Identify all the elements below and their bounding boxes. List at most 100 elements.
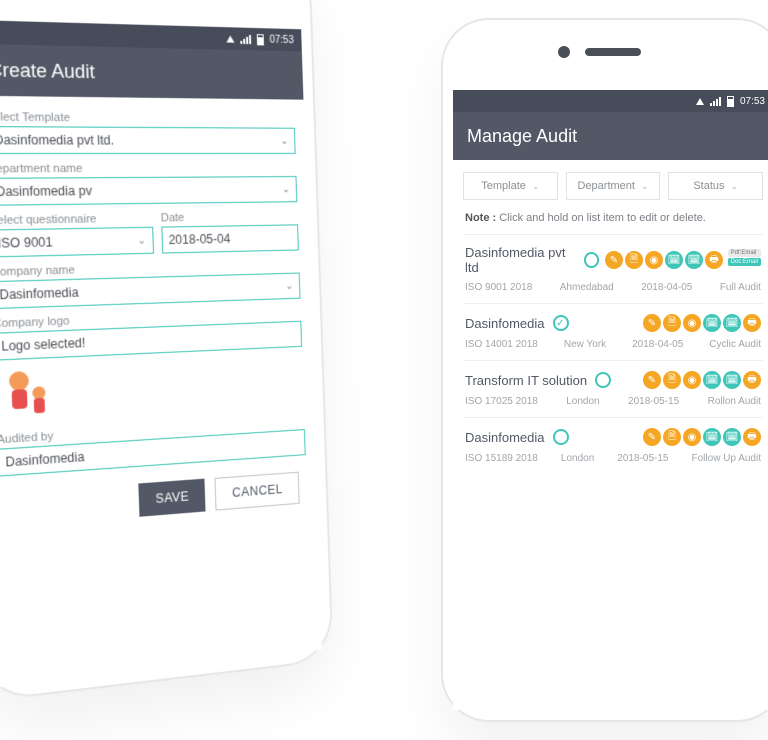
calendar-icon[interactable]: 🗓 [703,371,721,389]
department-label: Department name [0,162,296,176]
filter-template-label: Template [481,180,526,192]
cancel-button[interactable]: CANCEL [215,472,300,511]
filter-bar: Template ⌄ Department ⌄ Status ⌄ [453,160,768,212]
logo-image-icon [0,366,59,423]
item-date: 2018-04-05 [641,282,692,293]
save-button[interactable]: SAVE [139,479,206,517]
template-value: Dasinfomedia pvt ltd. [0,133,114,148]
status-open-icon [595,372,611,388]
pdf-email-tag[interactable]: Pdf:Email [728,249,761,257]
list-item[interactable]: Dasinfomedia✓✎🗎◉🗓🗓🖶ISO 14001 2018New Yor… [463,303,763,360]
calendar-icon[interactable]: 🗓 [665,251,683,269]
chevron-down-icon: ⌄ [731,181,739,192]
list-item[interactable]: Dasinfomedia pvt ltd✎🗎◉🗓🗓🖶Pdf:EmailDoc:E… [463,234,763,303]
date-field[interactable]: 2018-05-04 [161,224,299,253]
item-iso: ISO 15189 2018 [465,453,538,464]
print-icon[interactable]: 🖶 [743,428,761,446]
note-text: Click and hold on list item to edit or d… [499,212,706,224]
status-time: 07:53 [740,96,765,107]
wifi-icon [226,35,234,42]
status-bar: 07:53 [453,90,768,112]
view-icon[interactable]: ◉ [683,428,701,446]
company-select[interactable]: Dasinfomedia ⌄ [0,273,301,310]
status-open-icon [553,429,569,445]
print-icon[interactable]: 🖶 [705,251,723,269]
logo-value: Logo selected! [1,336,86,354]
signal-icon [240,34,251,43]
edit-icon[interactable]: ✎ [643,314,661,332]
calendar-icon[interactable]: 🗓 [703,314,721,332]
view-icon[interactable]: ◉ [683,314,701,332]
audit-list: Dasinfomedia pvt ltd✎🗎◉🗓🗓🖶Pdf:EmailDoc:E… [453,234,768,474]
calendar-icon[interactable]: 🗓 [703,428,721,446]
export-icon[interactable]: 🗓 [723,314,741,332]
edit-icon[interactable]: ✎ [643,371,661,389]
export-icon[interactable]: 🗓 [685,251,703,269]
item-city: London [561,453,594,464]
item-actions: ✎🗎◉🗓🗓🖶 [643,428,761,446]
doc-icon[interactable]: 🗎 [663,314,681,332]
item-actions: ✎🗎◉🗓🗓🖶 [643,371,761,389]
edit-icon[interactable]: ✎ [643,428,661,446]
filter-template[interactable]: Template ⌄ [463,172,558,200]
export-icon[interactable]: 🗓 [723,371,741,389]
status-open-icon [584,252,599,268]
screen-create-audit: 07:53 Create Audit Select Template Dasin… [0,20,322,688]
view-icon[interactable]: ◉ [683,371,701,389]
battery-icon [257,34,264,45]
chevron-down-icon: ⌄ [285,280,293,291]
print-icon[interactable]: 🖶 [743,371,761,389]
email-tag-stack: Pdf:EmailDoc:Email [728,249,761,266]
date-label: Date [161,210,298,224]
chevron-down-icon: ⌄ [137,235,146,247]
item-iso: ISO 9001 2018 [465,282,532,293]
date-value: 2018-05-04 [168,232,230,248]
audited-by-value: Dasinfomedia [5,450,84,470]
item-iso: ISO 14001 2018 [465,339,538,350]
questionnaire-label: Select questionnaire [0,212,153,227]
item-title: Dasinfomedia [465,316,545,331]
logo-preview [0,364,61,425]
item-date: 2018-05-15 [617,453,668,464]
chevron-down-icon: ⌄ [641,181,649,192]
create-audit-form: Select Template Dasinfomedia pvt ltd. ⌄ … [0,96,317,540]
item-actions: ✎🗎◉🗓🗓🖶Pdf:EmailDoc:Email [605,251,761,269]
list-item[interactable]: Dasinfomedia✎🗎◉🗓🗓🖶ISO 15189 2018London20… [463,417,763,474]
template-select[interactable]: Dasinfomedia pvt ltd. ⌄ [0,126,296,154]
doc-email-tag[interactable]: Doc:Email [728,258,761,266]
questionnaire-select[interactable]: ISO 9001 ⌄ [0,227,154,258]
department-select[interactable]: Dasinfomedia pv ⌄ [0,176,297,206]
print-icon[interactable]: 🖶 [743,314,761,332]
item-actions: ✎🗎◉🗓🗓🖶 [643,314,761,332]
status-time: 07:53 [269,34,294,46]
signal-icon [710,97,721,106]
item-type: Follow Up Audit [692,453,761,464]
phone-earpiece [585,48,641,56]
item-title: Dasinfomedia pvt ltd [465,245,576,275]
edit-icon[interactable]: ✎ [605,251,623,269]
app-bar: Manage Audit [453,112,768,160]
filter-department-label: Department [577,180,634,192]
filter-status[interactable]: Status ⌄ [668,172,763,200]
item-type: Full Audit [720,282,761,293]
list-item[interactable]: Transform IT solution✎🗎◉🗓🗓🖶ISO 17025 201… [463,360,763,417]
battery-icon [727,96,734,107]
item-title: Transform IT solution [465,373,587,388]
wifi-icon [696,98,704,105]
doc-icon[interactable]: 🗎 [663,371,681,389]
item-date: 2018-04-05 [632,339,683,350]
item-iso: ISO 17025 2018 [465,396,538,407]
filter-department[interactable]: Department ⌄ [566,172,661,200]
item-city: New York [564,339,606,350]
doc-icon[interactable]: 🗎 [625,251,643,269]
screen-manage-audit: 07:53 Manage Audit Template ⌄ Department… [453,90,768,710]
item-date: 2018-05-15 [628,396,679,407]
phone-create-audit: 07:53 Create Audit Select Template Dasin… [0,0,332,700]
doc-icon[interactable]: 🗎 [663,428,681,446]
phone-camera [558,46,570,58]
phone-manage-audit: 07:53 Manage Audit Template ⌄ Department… [443,20,768,720]
export-icon[interactable]: 🗓 [723,428,741,446]
questionnaire-value: ISO 9001 [0,235,53,251]
company-value: Dasinfomedia [0,285,79,302]
view-icon[interactable]: ◉ [645,251,663,269]
